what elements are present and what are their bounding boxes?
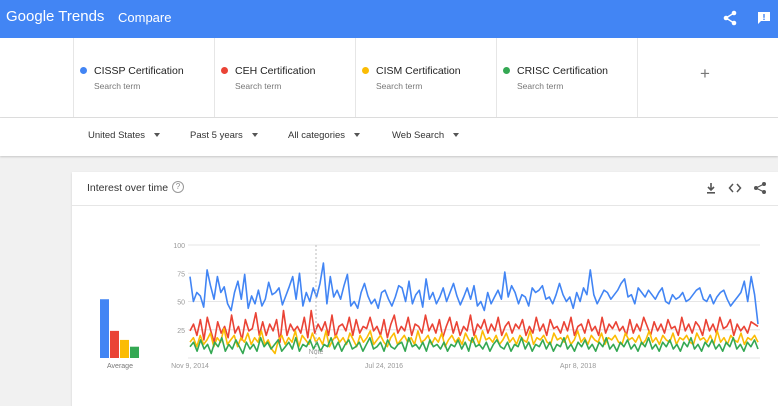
- average-label: Average: [107, 363, 133, 370]
- x-tick-label: Nov 9, 2014: [171, 363, 209, 370]
- x-tick-label: Apr 8, 2018: [560, 363, 596, 370]
- annotation-note: Note: [309, 349, 324, 356]
- series-line-1: [189, 262, 759, 325]
- x-tick-label: Jul 24, 2016: [365, 363, 403, 370]
- average-bar: [110, 330, 119, 358]
- y-tick-label: 50: [177, 300, 185, 307]
- y-tick-label: 75: [177, 271, 185, 278]
- y-tick-label: 100: [173, 243, 185, 250]
- interest-chart: 100 75 50 25 Nov 9, 2014 Jul 24, 2016 Apr 8, 2…: [100, 243, 760, 370]
- y-tick-label: 25: [177, 328, 185, 335]
- average-bar: [130, 346, 139, 358]
- average-bar: [100, 299, 109, 358]
- average-bar: [120, 339, 129, 358]
